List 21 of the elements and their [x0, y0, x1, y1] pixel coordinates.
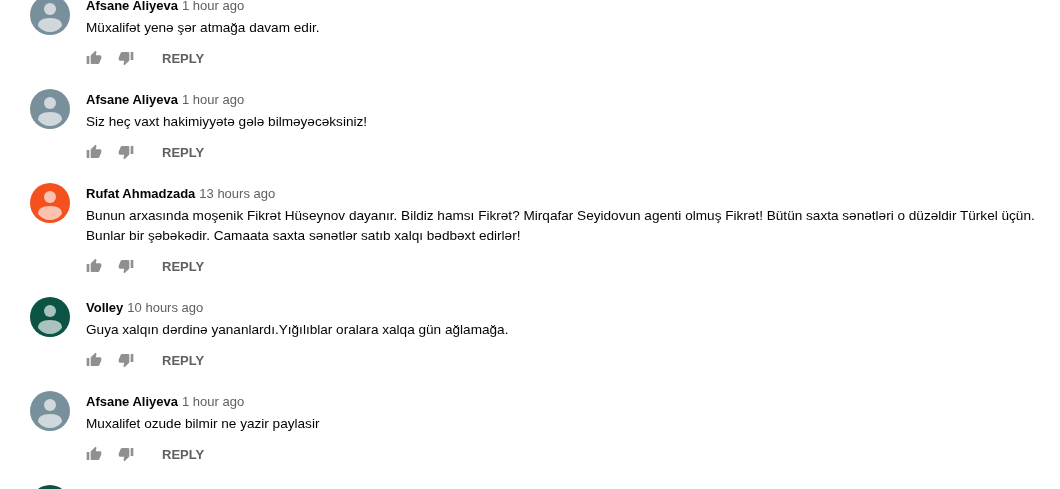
comment-text: Müxalifət yenə şər atmağa davam edir.: [86, 19, 321, 37]
avatar-icon[interactable]: [30, 297, 70, 337]
comment-time[interactable]: 13 hours ago: [199, 185, 276, 203]
author-name[interactable]: Afsane Aliyeva: [86, 393, 178, 411]
author-name[interactable]: Afsane Aliyeva: [86, 0, 178, 15]
comment-text: Muxalifet ozude bilmir ne yazir paylasir: [86, 415, 321, 433]
comment-time[interactable]: 10 hours ago: [127, 299, 204, 317]
comment-text: Bunun arxasında moşenik Fikrət Hüseynov dayanır. Bildiz hamsı Fikrət? Mirqafar Seyidovun agenti olmuş Fikrət! Bütün saxta sənətləri o düzəldir Türkel üçün. Bunlar bir şəbəkədir. Camaata saxta sənətlər satıb xalqı bədbəxt edirlər!: [86, 207, 1036, 245]
comment-text: Guya xalqın dərdinə yananlardı.Yığılıblar oralara xalqa gün ağlamağa.: [86, 321, 510, 339]
comment-time[interactable]: 1 hour ago: [182, 91, 245, 109]
reply-button[interactable]: REPLY: [154, 346, 213, 374]
comment-time[interactable]: 1 hour ago: [182, 0, 245, 15]
author-name[interactable]: Afsane Aliyeva: [86, 91, 178, 109]
author-name[interactable]: Rufat Ahmadzada: [86, 185, 196, 203]
comment-time[interactable]: 1 hour ago: [182, 393, 245, 411]
comment-text: Siz heç vaxt hakimiyyətə gələ bilməyəcəksiniz!: [86, 113, 369, 131]
reply-button[interactable]: REPLY: [154, 138, 213, 166]
author-name[interactable]: Volley: [86, 299, 124, 317]
reply-button[interactable]: REPLY: [154, 44, 213, 72]
reply-button[interactable]: REPLY: [154, 252, 213, 280]
reply-button[interactable]: REPLY: [154, 440, 213, 468]
